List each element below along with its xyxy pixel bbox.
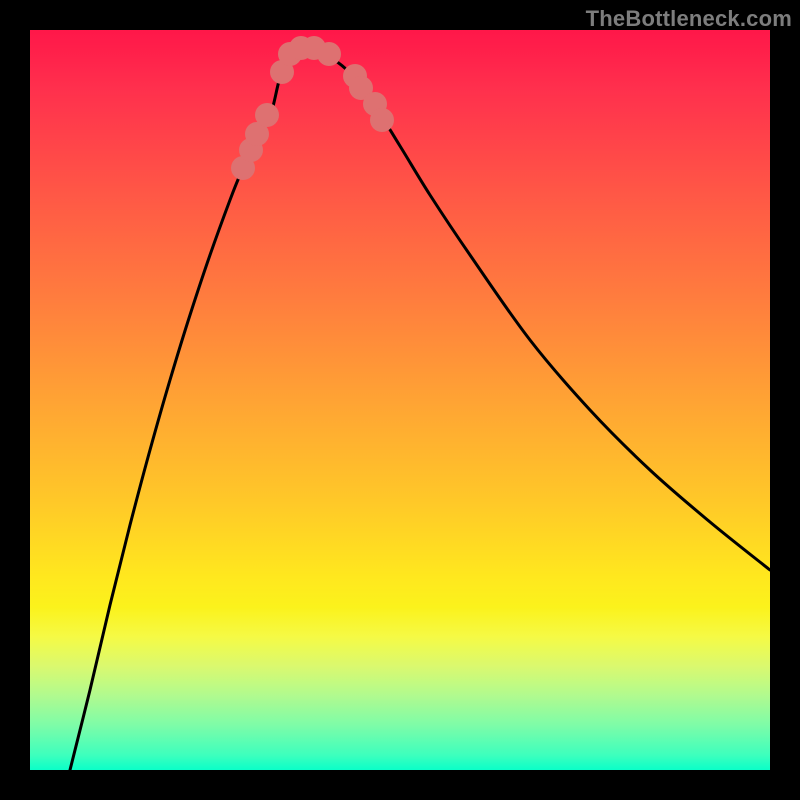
watermark-text: TheBottleneck.com: [586, 6, 792, 32]
chart-curve: [70, 48, 770, 770]
chart-svg: [30, 30, 770, 770]
highlight-dot: [317, 42, 341, 66]
highlight-dot: [255, 103, 279, 127]
chart-highlight-markers: [231, 36, 394, 180]
highlight-dot: [370, 108, 394, 132]
chart-plot-area: [30, 30, 770, 770]
